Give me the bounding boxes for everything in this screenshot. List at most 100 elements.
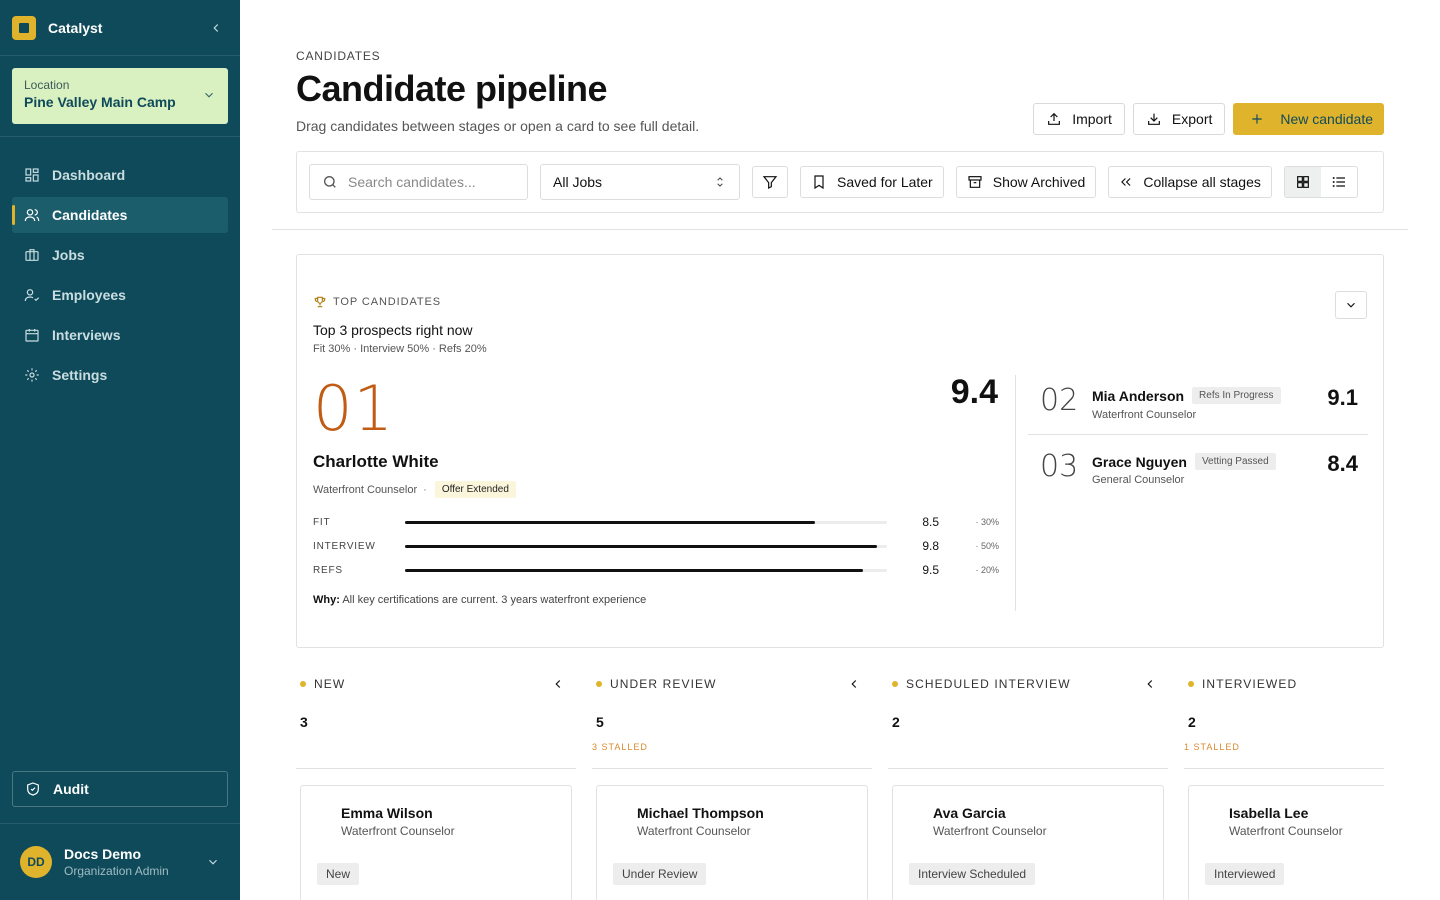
stalled-count: 1 STALLED <box>1184 742 1240 752</box>
collapse-stage-button[interactable] <box>548 674 568 694</box>
user-name: Docs Demo <box>64 846 142 862</box>
briefcase-icon <box>25 249 39 261</box>
stage-divider <box>888 768 1168 769</box>
candidate-card[interactable]: Isabella Lee Waterfront Counselor Interv… <box>1188 785 1384 900</box>
runner-up-row[interactable]: 02 Mia Anderson Refs In Progress Waterfr… <box>1028 373 1368 435</box>
candidate-card[interactable]: Emma Wilson Waterfront Counselor New <box>300 785 572 900</box>
search-box[interactable] <box>309 164 528 200</box>
audit-button[interactable]: Audit <box>12 771 228 807</box>
page-eyebrow: CANDIDATES <box>296 49 381 63</box>
filter-toolbar: All Jobs Saved for Later Show Archived C… <box>296 151 1384 213</box>
chevrons-left-icon <box>1121 178 1131 186</box>
stage-dot <box>596 681 602 687</box>
stage-dot <box>892 681 898 687</box>
stage-title: UNDER REVIEW <box>610 677 717 691</box>
trophy-icon <box>314 296 326 308</box>
catalyst-logo-icon <box>12 15 36 40</box>
metric-weight: · 50% <box>975 541 999 551</box>
metric-label: FIT <box>313 516 331 528</box>
stage-title: SCHEDULED INTERVIEW <box>906 677 1071 691</box>
jobs-select-value: All Jobs <box>553 174 603 190</box>
metric-row-fit: FIT 8.5 · 30% <box>313 515 999 529</box>
user-menu[interactable]: DD Docs Demo Organization Admin <box>0 823 240 900</box>
candidate-card[interactable]: Michael Thompson Waterfront Counselor Un… <box>596 785 868 900</box>
app-name: Catalyst <box>48 19 103 36</box>
status-badge: Vetting Passed <box>1194 453 1276 470</box>
import-button[interactable]: Import <box>1033 103 1125 135</box>
first-candidate-meta: Waterfront Counselor · Offer Extended <box>313 481 516 498</box>
filter-button[interactable] <box>752 166 788 198</box>
plus-icon <box>1252 114 1263 124</box>
sidebar-item-label: Dashboard <box>52 167 126 183</box>
user-check-icon <box>24 289 40 302</box>
candidate-role: Waterfront Counselor <box>933 824 1047 838</box>
stage-dot <box>300 681 306 687</box>
sidebar-item-dashboard[interactable]: Dashboard <box>12 157 228 193</box>
sidebar-item-label: Jobs <box>52 247 85 263</box>
metric-value: 9.5 <box>922 563 939 577</box>
first-candidate-role: Waterfront Counselor <box>313 483 418 496</box>
stage-column-interviewed: INTERVIEWED 2 1 STALLED Isabella Lee Wat… <box>1184 668 1384 900</box>
location-selector[interactable]: Location Pine Valley Main Camp <box>12 68 228 124</box>
top-candidates-panel: TOP CANDIDATES Top 3 prospects right now… <box>296 254 1384 648</box>
location-value: Pine Valley Main Camp <box>24 94 176 110</box>
collapse-all-stages-button[interactable]: Collapse all stages <box>1108 166 1272 198</box>
collapse-stage-button[interactable] <box>844 674 864 694</box>
stage-divider <box>592 768 872 769</box>
sidebar-item-label: Interviews <box>52 327 121 343</box>
shield-check-icon <box>27 782 39 796</box>
score-weights: Fit 30% · Interview 50% · Refs 20% <box>313 343 487 355</box>
sidebar-item-settings[interactable]: Settings <box>12 357 228 393</box>
collapse-stage-button[interactable] <box>1140 674 1160 694</box>
candidate-role: Waterfront Counselor <box>341 824 455 838</box>
chevron-down-icon <box>205 92 213 98</box>
new-candidate-button[interactable]: New candidate <box>1233 103 1384 135</box>
grid-view-button[interactable] <box>1284 167 1321 197</box>
candidate-name: Isabella Lee <box>1229 805 1309 821</box>
runner-up-row[interactable]: 03 Grace Nguyen Vetting Passed General C… <box>1028 437 1368 499</box>
meta-separator: · <box>423 483 427 496</box>
metric-value: 9.8 <box>922 539 939 553</box>
candidate-score: 9.1 <box>1327 385 1358 410</box>
runner-name-line: Grace Nguyen Vetting Passed <box>1092 453 1276 470</box>
metric-weight: · 20% <box>975 565 999 575</box>
candidate-name: Ava Garcia <box>933 805 1006 821</box>
stalled-count: 3 STALLED <box>592 742 648 752</box>
metric-bar-fill <box>405 520 815 524</box>
top-candidates-header: TOP CANDIDATES <box>313 295 441 309</box>
search-icon <box>324 176 336 188</box>
search-input[interactable] <box>348 174 508 190</box>
metric-bar-fill <box>405 544 878 548</box>
first-candidate-name[interactable]: Charlotte White <box>313 452 439 472</box>
collapse-sidebar-button[interactable] <box>204 16 228 40</box>
candidate-card[interactable]: Ava Garcia Waterfront Counselor Intervie… <box>892 785 1164 900</box>
saved-for-later-button[interactable]: Saved for Later <box>800 166 944 198</box>
sidebar-item-candidates[interactable]: Candidates <box>12 197 228 233</box>
filter-icon <box>762 176 778 189</box>
stage-header: UNDER REVIEW <box>596 677 717 691</box>
sidebar-item-employees[interactable]: Employees <box>12 277 228 313</box>
list-view-button[interactable] <box>1321 167 1357 197</box>
status-badge: Interviewed <box>1205 863 1285 885</box>
users-icon <box>24 209 40 222</box>
sidebar-item-jobs[interactable]: Jobs <box>12 237 228 273</box>
stage-header: INTERVIEWED <box>1188 677 1297 691</box>
stage-dot <box>1188 681 1194 687</box>
sidebar-nav: Dashboard Candidates Jobs Employees Inte… <box>0 137 240 393</box>
sidebar-item-label: Settings <box>52 367 108 383</box>
show-archived-button[interactable]: Show Archived <box>955 166 1097 198</box>
view-toggle <box>1283 166 1358 198</box>
runner-name-line: Mia Anderson Refs In Progress <box>1092 387 1281 404</box>
export-button[interactable]: Export <box>1132 103 1226 135</box>
stage-column-new: NEW 3 Emma Wilson Waterfront Counselor N… <box>296 668 576 900</box>
avatar: DD <box>20 846 52 878</box>
jobs-select[interactable]: All Jobs <box>540 164 740 200</box>
sidebar-item-interviews[interactable]: Interviews <box>12 317 228 353</box>
top-candidates-toggle[interactable] <box>1335 291 1367 319</box>
candidate-role: Waterfront Counselor <box>1229 824 1343 838</box>
main-content: CANDIDATES Candidate pipeline Drag candi… <box>240 0 1440 900</box>
chevron-left-icon <box>1147 680 1153 688</box>
export-label: Export <box>1171 111 1213 127</box>
archived-label: Show Archived <box>992 174 1086 190</box>
metric-label: INTERVIEW <box>313 540 376 552</box>
